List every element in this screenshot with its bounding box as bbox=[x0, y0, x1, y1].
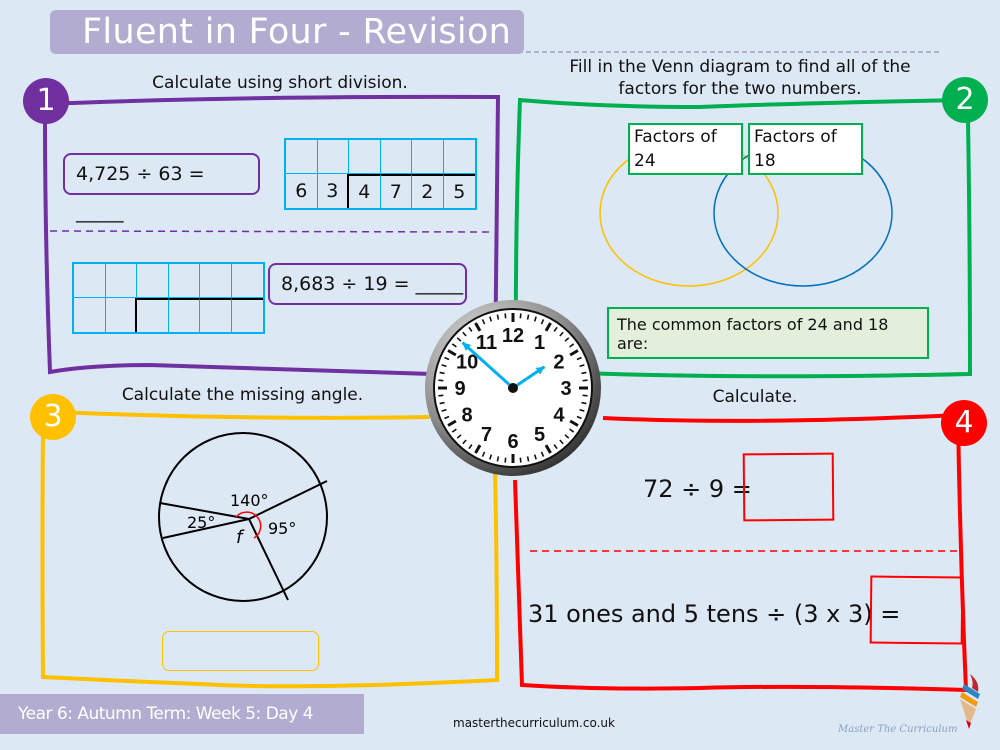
clock-tick bbox=[439, 371, 445, 375]
section-4-instruction: Calculate. bbox=[712, 387, 798, 407]
common-factors-label: The common factors of 24 and 18 are: bbox=[617, 315, 889, 353]
grid-cell[interactable] bbox=[74, 298, 106, 332]
section-2-instruction-line-2: factors for the two numbers. bbox=[618, 79, 862, 99]
division-problem-2-text: 8,683 ÷ 19 = _____ bbox=[281, 273, 464, 295]
grid-cell[interactable] bbox=[443, 140, 475, 174]
venn-label-18: Factors of 18 bbox=[748, 123, 863, 175]
clock-numeral: 3 bbox=[560, 378, 571, 400]
angle-label-top: 140° bbox=[230, 491, 269, 510]
grid-cell: 4 bbox=[349, 174, 381, 208]
grid-cell[interactable] bbox=[380, 140, 412, 174]
clock-numeral: 1 bbox=[534, 332, 545, 354]
division-grid-1[interactable]: 6 3 4 7 2 5 bbox=[284, 138, 477, 210]
grid-cell[interactable] bbox=[137, 298, 169, 332]
clock-tick bbox=[438, 394, 444, 397]
section-1-divider bbox=[49, 230, 493, 233]
section-2-badge: 2 bbox=[942, 77, 988, 123]
section-4-badge: 4 bbox=[941, 400, 987, 446]
grid-cell[interactable] bbox=[200, 298, 232, 332]
grid-cell[interactable] bbox=[168, 264, 200, 298]
grid-cell: 2 bbox=[412, 174, 444, 208]
calc-answer-box-2[interactable] bbox=[869, 575, 964, 645]
grid-cell[interactable] bbox=[168, 298, 200, 332]
clock-numeral: 4 bbox=[553, 405, 565, 427]
clock-numeral: 8 bbox=[462, 405, 473, 427]
grid-cell[interactable] bbox=[105, 264, 137, 298]
clock-tick bbox=[438, 379, 444, 382]
section-2-instruction: Fill in the Venn diagram to find all of … bbox=[540, 56, 940, 100]
clock-tick bbox=[504, 313, 507, 319]
division-problem-2[interactable]: 8,683 ÷ 19 = _____ bbox=[268, 263, 467, 305]
calc-problem-1: 72 ÷ 9 = bbox=[643, 475, 752, 503]
clock-tick bbox=[581, 371, 587, 375]
clock-numeral: 2 bbox=[553, 352, 564, 374]
clock-tick bbox=[582, 379, 588, 382]
brand-signature: Master The Curriculum bbox=[838, 724, 958, 735]
clock-numeral: 5 bbox=[534, 424, 545, 446]
grid-cell: 5 bbox=[443, 174, 475, 208]
grid-cell[interactable] bbox=[74, 264, 106, 298]
grid-cell[interactable] bbox=[231, 298, 263, 332]
clock-tick bbox=[526, 314, 530, 320]
page-title: Fluent in Four - Revision bbox=[82, 12, 512, 52]
grid-cell[interactable] bbox=[137, 264, 169, 298]
section-2-instruction-line-1: Fill in the Venn diagram to find all of … bbox=[569, 57, 911, 77]
grid-cell: 7 bbox=[380, 174, 412, 208]
clock-numeral: 9 bbox=[454, 378, 465, 400]
pencil-logo-icon bbox=[960, 674, 980, 729]
clock-center-pin bbox=[508, 383, 518, 393]
angle-label-right: 95° bbox=[268, 519, 296, 538]
grid-cell[interactable] bbox=[317, 140, 349, 174]
grid-cell: 3 bbox=[318, 174, 349, 208]
grid-cell[interactable] bbox=[286, 140, 318, 174]
division-problem-1[interactable]: 4,725 ÷ 63 = _____ bbox=[63, 153, 260, 223]
grid-cell[interactable] bbox=[231, 264, 263, 298]
grid-cell: 6 bbox=[286, 174, 318, 208]
section-3-badge: 3 bbox=[30, 394, 76, 440]
grid-cell[interactable] bbox=[412, 140, 444, 174]
clock-tick bbox=[439, 401, 445, 405]
clock-numeral: 6 bbox=[507, 431, 518, 453]
analog-clock: 12 1234567891011 bbox=[425, 300, 601, 476]
clock-tick bbox=[582, 394, 588, 397]
clock-tick bbox=[581, 401, 587, 405]
clock-tick bbox=[504, 457, 507, 463]
section-1-badge: 1 bbox=[23, 78, 69, 124]
grid-cell[interactable] bbox=[349, 140, 381, 174]
clock-tick bbox=[519, 457, 522, 463]
clock-tick bbox=[526, 456, 530, 462]
clock-numeral: 12 bbox=[502, 325, 524, 347]
division-grid-2[interactable] bbox=[72, 262, 265, 334]
section-1-instruction: Calculate using short division. bbox=[152, 73, 408, 93]
grid-cell[interactable] bbox=[200, 264, 232, 298]
angle-answer-box[interactable] bbox=[162, 631, 319, 671]
common-factors-box[interactable]: The common factors of 24 and 18 are: bbox=[607, 307, 929, 359]
clock-tick bbox=[519, 313, 522, 319]
angle-diagram: 140° 25° 95° f bbox=[158, 432, 328, 602]
clock-tick bbox=[496, 456, 500, 462]
section-3-instruction: Calculate the missing angle. bbox=[121, 385, 364, 405]
venn-label-24: Factors of 24 bbox=[628, 123, 743, 175]
grid-cell[interactable] bbox=[106, 298, 137, 332]
angle-label-unknown: f bbox=[236, 527, 245, 548]
website-url[interactable]: masterthecurriculum.co.uk bbox=[453, 716, 615, 730]
clock-tick bbox=[496, 314, 500, 320]
clock-numeral: 11 bbox=[476, 332, 497, 354]
lesson-label: Year 6: Autumn Term: Week 5: Day 4 bbox=[18, 704, 313, 724]
clock-numeral: 7 bbox=[481, 424, 492, 446]
calc-problem-2: 31 ones and 5 tens ÷ (3 x 3) = bbox=[528, 600, 901, 628]
angle-label-left: 25° bbox=[187, 513, 215, 532]
calc-answer-box-1[interactable] bbox=[742, 452, 835, 522]
